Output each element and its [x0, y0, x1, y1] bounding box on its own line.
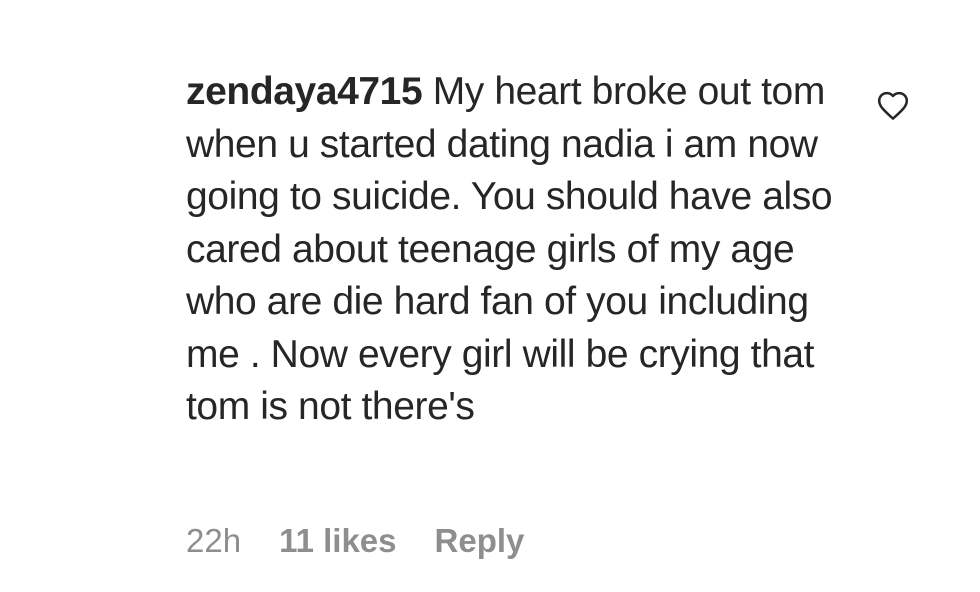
- heart-outline-icon: [877, 91, 909, 120]
- comment-username[interactable]: zendaya4715: [186, 70, 423, 113]
- comment-timestamp: 22h: [186, 522, 242, 559]
- comment-body: zendaya4715 My heart broke out tom when …: [186, 66, 836, 434]
- reply-button[interactable]: Reply: [435, 522, 525, 560]
- comment-block: zendaya4715 My heart broke out tom when …: [186, 66, 836, 434]
- comment-text: My heart broke out tom when u started da…: [186, 70, 833, 428]
- likes-count-button[interactable]: 11 likes: [279, 522, 396, 560]
- like-button[interactable]: [874, 86, 912, 124]
- comment-meta: 22h 11 likes Reply: [186, 522, 524, 560]
